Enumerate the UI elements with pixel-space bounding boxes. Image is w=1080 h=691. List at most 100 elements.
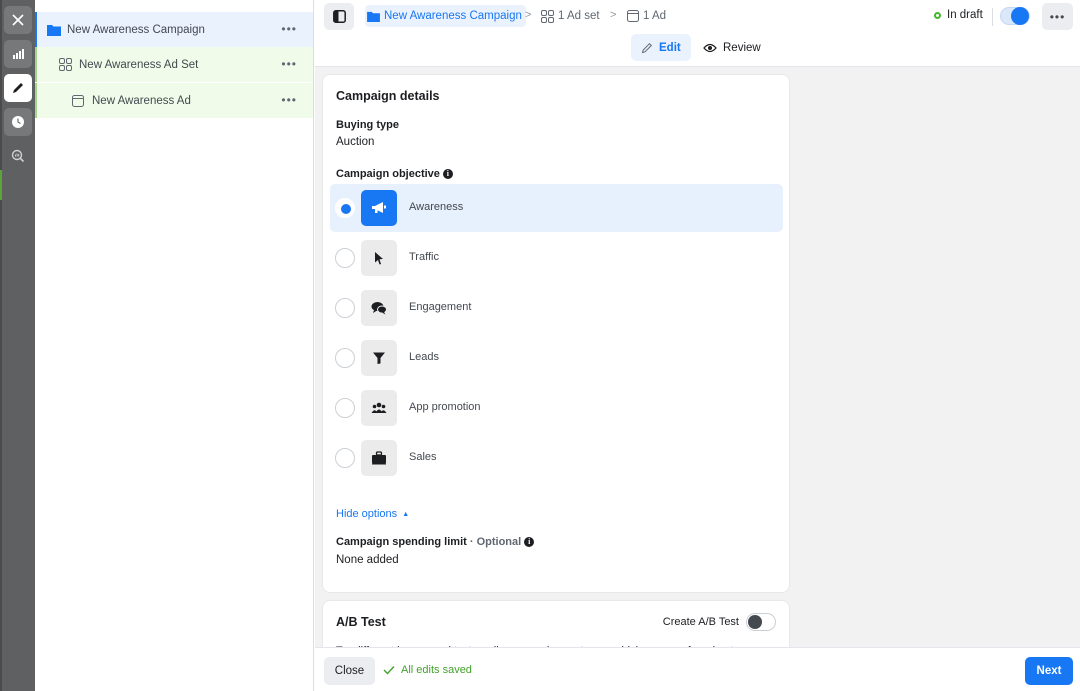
rail-close-button[interactable]: [4, 6, 32, 34]
tab-label: Review: [723, 41, 761, 54]
objective-radio[interactable]: [335, 448, 355, 468]
mode-tabs: Edit Review: [315, 34, 1080, 67]
toggle-knob: [1011, 7, 1029, 25]
campaign-tree-panel: New Awareness Campaign ••• New Awareness…: [35, 0, 314, 691]
close-button[interactable]: Close: [324, 657, 375, 685]
people-icon: [361, 390, 397, 426]
rail-history-button[interactable]: [4, 108, 32, 136]
objective-label: Traffic: [409, 251, 439, 263]
pencil-icon: [641, 42, 653, 53]
tool-rail: [0, 0, 35, 691]
funnel-icon: [361, 340, 397, 376]
create-ab-test-label: Create A/B Test: [662, 616, 739, 628]
rail-analyze-button[interactable]: [4, 142, 32, 170]
objective-option-traffic[interactable]: Traffic: [330, 234, 783, 282]
ad-window-icon: [627, 10, 639, 22]
cursor-icon: [361, 240, 397, 276]
folder-icon: [47, 23, 61, 37]
save-status: All edits saved: [383, 664, 472, 676]
breadcrumb-label: 1 Ad: [643, 10, 667, 22]
close-icon: [12, 14, 24, 26]
tab-label: Edit: [659, 41, 681, 54]
more-options-button[interactable]: •••: [1042, 3, 1073, 30]
tree-item-more-button[interactable]: •••: [281, 22, 297, 36]
bar-chart-icon: [13, 49, 24, 59]
next-button[interactable]: Next: [1025, 657, 1073, 685]
hide-options-text: Hide options: [336, 508, 398, 520]
header-bar: New Awareness Campaign > 1 Ad set > 1 Ad…: [315, 0, 1080, 34]
info-icon[interactable]: i: [442, 169, 453, 180]
spending-limit-label: Campaign spending limit · Optional i: [336, 536, 535, 548]
tree-item-label: New Awareness Ad Set: [79, 58, 199, 71]
objective-option-app-promotion[interactable]: App promotion: [330, 384, 783, 432]
save-status-text: All edits saved: [401, 664, 472, 676]
megaphone-icon: [361, 190, 397, 226]
grid-icon: [59, 58, 73, 72]
ab-test-card: A/B Test Create A/B Test Try different i…: [323, 601, 789, 647]
section-title: A/B Test: [336, 615, 386, 629]
objective-radio[interactable]: [335, 348, 355, 368]
footer-bar: Close All edits saved Next: [315, 647, 1080, 691]
campaign-on-off-toggle[interactable]: [1000, 7, 1030, 25]
breadcrumb-campaign[interactable]: New Awareness Campaign: [365, 5, 526, 27]
grid-icon: [541, 9, 554, 23]
breadcrumb-label: New Awareness Campaign: [384, 10, 522, 22]
objective-label: Leads: [409, 351, 439, 363]
divider: [992, 8, 993, 26]
editor-main-area: Campaign details Buying type Auction Cam…: [315, 67, 1080, 647]
tab-edit[interactable]: Edit: [631, 34, 691, 61]
rail-edge-accent: [0, 170, 2, 200]
breadcrumb-ad[interactable]: 1 Ad: [627, 5, 666, 27]
sidebar-panel-icon: [332, 10, 346, 23]
objective-radio[interactable]: [335, 298, 355, 318]
tree-item-label: New Awareness Campaign: [67, 23, 205, 36]
rail-edit-button[interactable]: [4, 74, 32, 102]
tree-item-more-button[interactable]: •••: [281, 93, 297, 107]
tree-item-ad[interactable]: New Awareness Ad •••: [35, 83, 313, 118]
spending-limit-value: None added: [336, 554, 399, 566]
info-icon[interactable]: i: [524, 537, 535, 548]
caret-up-icon: ▲: [402, 510, 410, 518]
objective-radio[interactable]: [335, 198, 355, 218]
rail-edge: [0, 0, 2, 691]
status-badge: In draft: [934, 9, 983, 21]
objective-option-sales[interactable]: Sales: [330, 434, 783, 482]
status-dot-icon: [934, 11, 941, 19]
toggle-sidebar-button[interactable]: [324, 3, 354, 30]
buying-type-value: Auction: [336, 136, 375, 148]
tree-item-campaign[interactable]: New Awareness Campaign •••: [35, 12, 313, 47]
create-ab-test-control: Create A/B Test: [663, 613, 776, 631]
objective-label: App promotion: [409, 401, 481, 413]
pencil-icon: [13, 83, 23, 93]
tree-item-label: New Awareness Ad: [92, 94, 191, 107]
breadcrumb-adset[interactable]: 1 Ad set: [541, 5, 600, 27]
breadcrumb-separator: >: [525, 9, 532, 21]
optional-tag: · Optional: [469, 536, 522, 548]
section-title: Campaign details: [336, 89, 440, 103]
eye-icon: [703, 43, 717, 52]
briefcase-icon: [361, 440, 397, 476]
objective-radio[interactable]: [335, 398, 355, 418]
objective-label: Awareness: [409, 201, 464, 213]
spending-limit-label-text: Campaign spending limit: [336, 536, 467, 548]
tree-item-more-button[interactable]: •••: [281, 57, 297, 71]
objective-label: Engagement: [409, 301, 472, 313]
breadcrumb-separator: >: [610, 9, 617, 21]
objective-radio[interactable]: [335, 248, 355, 268]
buying-type-label: Buying type: [336, 119, 399, 131]
folder-icon: [367, 11, 380, 22]
toggle-knob: [748, 615, 762, 629]
clock-icon: [12, 116, 24, 128]
ad-window-icon: [72, 94, 86, 108]
hide-options-link[interactable]: Hide options ▲: [336, 508, 409, 520]
campaign-objective-label-text: Campaign objective: [336, 168, 440, 180]
tab-review[interactable]: Review: [693, 34, 771, 61]
create-ab-test-toggle[interactable]: [746, 613, 776, 631]
status-text: In draft: [947, 9, 983, 21]
tree-item-adset[interactable]: New Awareness Ad Set •••: [35, 47, 313, 82]
rail-reporting-button[interactable]: [4, 40, 32, 68]
objective-option-leads[interactable]: Leads: [330, 334, 783, 382]
objective-option-engagement[interactable]: Engagement: [330, 284, 783, 332]
objective-option-awareness[interactable]: Awareness: [330, 184, 783, 232]
checkmark-icon: [383, 666, 395, 675]
